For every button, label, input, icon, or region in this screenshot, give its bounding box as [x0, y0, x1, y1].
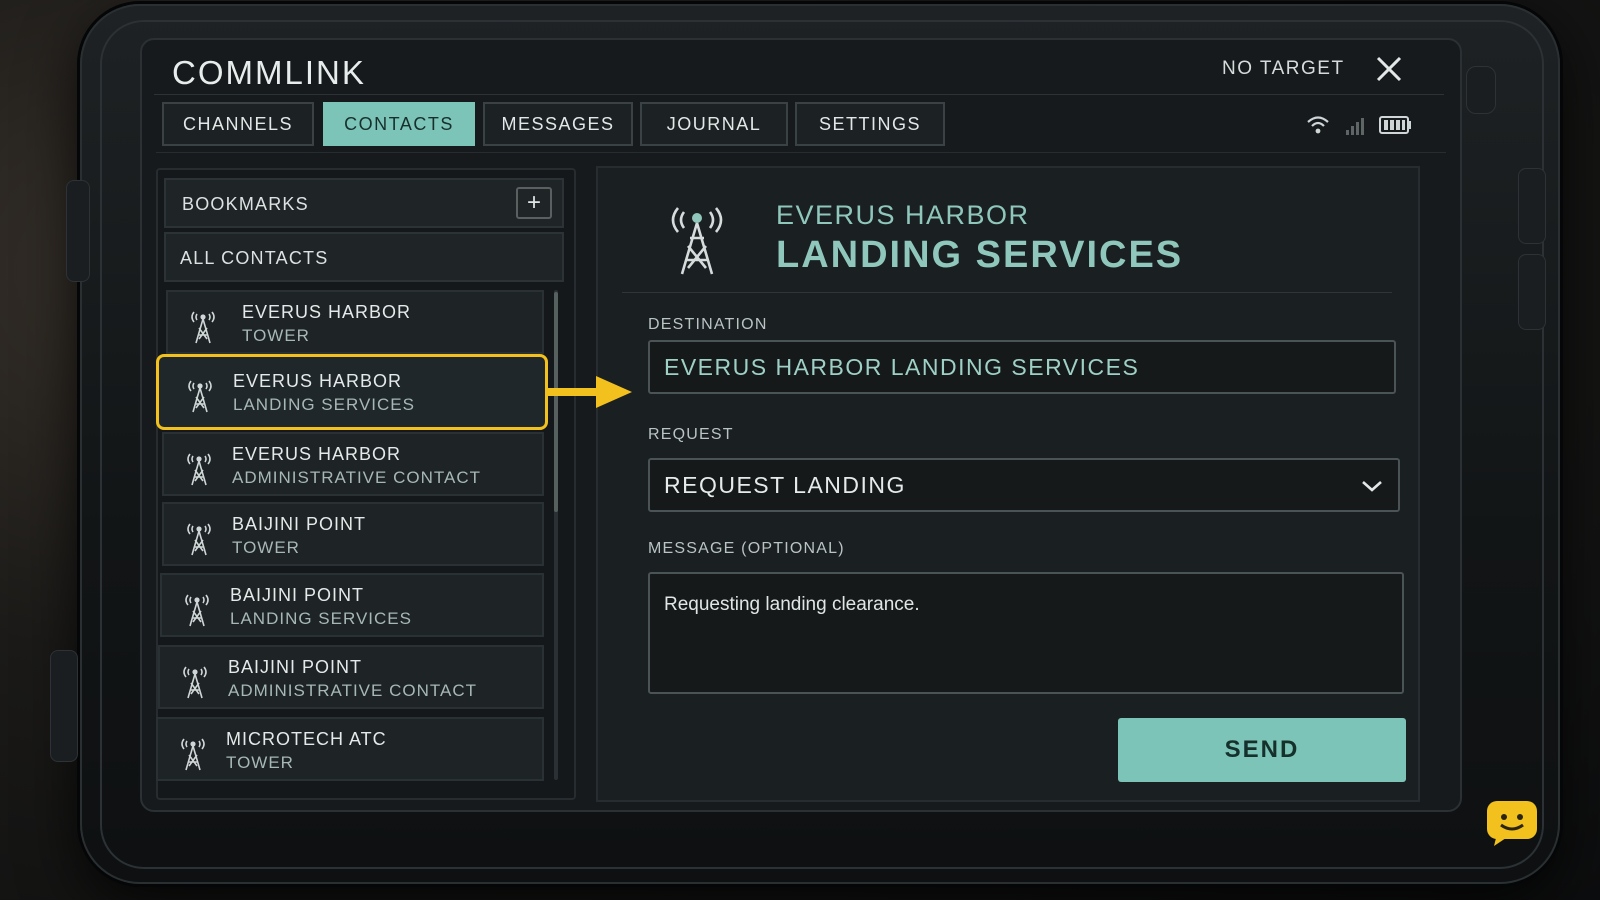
- signal-icon: [1346, 118, 1364, 135]
- tab-messages[interactable]: MESSAGES: [483, 102, 633, 146]
- arrow-right-icon: [548, 376, 632, 408]
- commlink-screen: COMMLINK NO TARGET CHANNELS CONTACTS MES…: [140, 38, 1462, 812]
- radio-tower-icon: [187, 453, 211, 486]
- contact-type: LANDING SERVICES: [230, 609, 412, 628]
- contact-type: TOWER: [232, 538, 300, 557]
- chevron-down-icon[interactable]: [1360, 474, 1384, 498]
- battery-icon: [1379, 116, 1411, 134]
- bookmarks-label: BOOKMARKS: [182, 194, 309, 214]
- side-button-right-2[interactable]: [1518, 254, 1546, 330]
- tabs-divider: [156, 152, 1446, 153]
- close-icon[interactable]: [1374, 54, 1404, 84]
- contact-item[interactable]: BAIJINI POINT LANDING SERVICES: [160, 573, 544, 637]
- contact-name: BAIJINI POINT: [232, 514, 367, 534]
- all-contacts-row[interactable]: ALL CONTACTS: [164, 232, 564, 282]
- contact-name: MICROTECH ATC: [226, 729, 387, 749]
- contact-name: EVERUS HARBOR: [242, 302, 412, 322]
- contact-type: LANDING SERVICES: [233, 395, 415, 414]
- contact-name: BAIJINI POINT: [230, 585, 365, 605]
- contact-item[interactable]: BAIJINI POINT TOWER: [162, 502, 544, 566]
- contact-item[interactable]: EVERUS HARBOR ADMINISTRATIVE CONTACT: [162, 432, 544, 496]
- tab-channels[interactable]: CHANNELS: [162, 102, 314, 146]
- radio-tower-icon: [183, 666, 207, 699]
- contact-type: TOWER: [242, 326, 310, 345]
- contact-item-selected[interactable]: EVERUS HARBOR LANDING SERVICES: [156, 354, 548, 430]
- target-status: NO TARGET: [1222, 58, 1345, 79]
- status-icons: [1307, 116, 1411, 135]
- request-label: REQUEST: [648, 426, 734, 443]
- radio-tower-icon: [188, 380, 212, 413]
- message-label: MESSAGE (OPTIONAL): [648, 540, 845, 557]
- header-divider: [154, 94, 1444, 95]
- contact-name: EVERUS HARBOR: [232, 444, 402, 464]
- destination-field[interactable]: EVERUS HARBOR LANDING SERVICES: [648, 340, 1396, 394]
- side-button-right-1[interactable]: [1518, 168, 1546, 244]
- contact-name: BAIJINI POINT: [228, 657, 363, 677]
- contact-type: TOWER: [226, 753, 294, 772]
- radio-tower-icon: [181, 738, 205, 771]
- side-button-left-top: [66, 180, 90, 282]
- wifi-icon: [1307, 116, 1329, 134]
- destination-label: DESTINATION: [648, 316, 768, 333]
- request-value: REQUEST LANDING: [664, 472, 906, 498]
- message-textarea[interactable]: Requesting landing clearance.: [648, 572, 1404, 694]
- contact-item[interactable]: EVERUS HARBOR TOWER: [166, 290, 544, 354]
- bookmarks-row[interactable]: BOOKMARKS +: [164, 178, 564, 228]
- request-select[interactable]: REQUEST LANDING: [648, 458, 1400, 512]
- detail-divider: [622, 292, 1392, 293]
- radio-tower-icon: [187, 523, 211, 556]
- chat-bubble-icon[interactable]: [1486, 800, 1538, 846]
- app-title: COMMLINK: [172, 54, 366, 91]
- radio-tower-icon: [671, 207, 723, 275]
- radio-tower-icon: [185, 594, 209, 627]
- contact-item[interactable]: MICROTECH ATC TOWER: [156, 717, 544, 781]
- all-contacts-label: ALL CONTACTS: [180, 248, 329, 268]
- contact-type: ADMINISTRATIVE CONTACT: [232, 468, 481, 487]
- contact-detail-panel: EVERUS HARBOR LANDING SERVICES DESTINATI…: [596, 166, 1420, 802]
- contact-title-line2: LANDING SERVICES: [776, 234, 1184, 276]
- side-button-left-bottom: [50, 650, 78, 762]
- message-value: Requesting landing clearance.: [664, 594, 920, 615]
- contact-type: ADMINISTRATIVE CONTACT: [228, 681, 477, 700]
- add-bookmark-button[interactable]: +: [516, 187, 552, 219]
- contact-title-line1: EVERUS HARBOR: [776, 200, 1030, 230]
- tab-settings[interactable]: SETTINGS: [795, 102, 945, 146]
- tab-contacts[interactable]: CONTACTS: [323, 102, 475, 146]
- tab-journal[interactable]: JOURNAL: [640, 102, 788, 146]
- side-button-right-top[interactable]: [1466, 66, 1496, 114]
- contact-item[interactable]: BAIJINI POINT ADMINISTRATIVE CONTACT: [158, 645, 544, 709]
- destination-value: EVERUS HARBOR LANDING SERVICES: [664, 354, 1140, 380]
- radio-tower-icon: [191, 311, 215, 344]
- contact-name: EVERUS HARBOR: [233, 371, 403, 391]
- send-button[interactable]: SEND: [1118, 718, 1406, 782]
